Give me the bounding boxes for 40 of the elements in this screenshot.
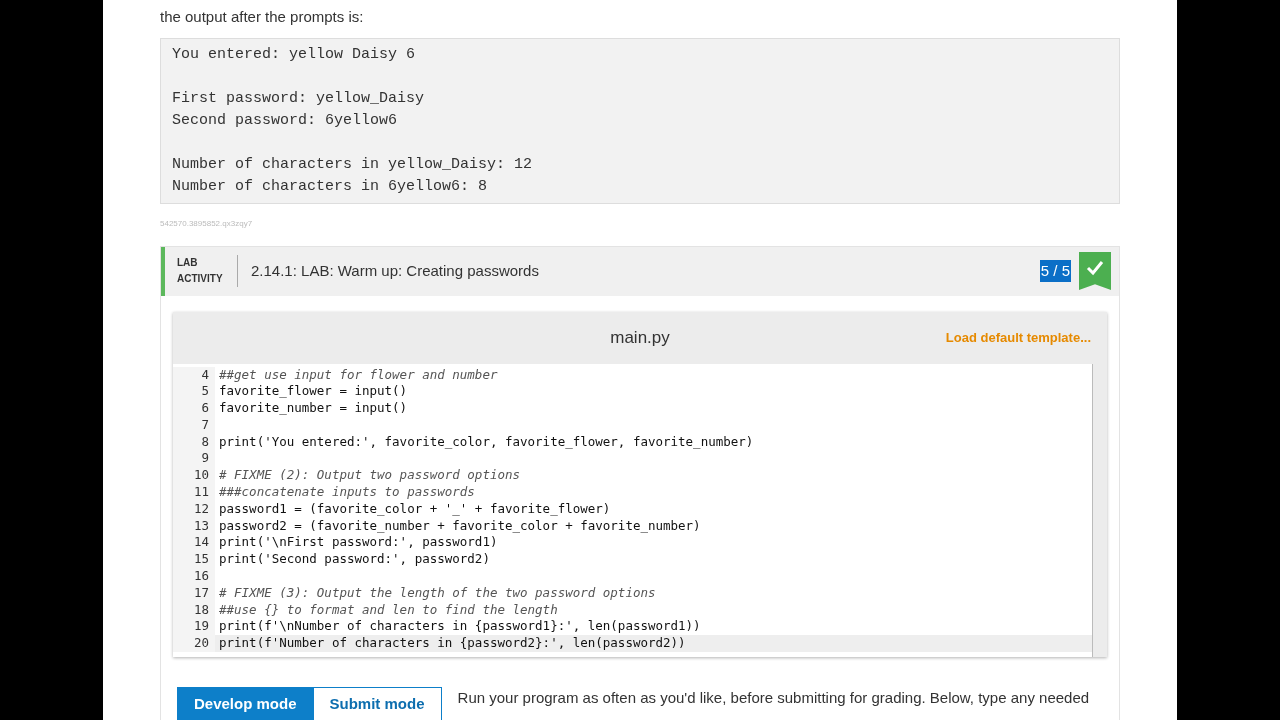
line-number: 5 — [173, 383, 215, 401]
line-number: 11 — [173, 484, 215, 501]
mode-tab[interactable]: Develop mode — [177, 687, 314, 720]
code-line: password1 = (favorite_color + '_' + favorite_flower) — [218, 500, 611, 518]
line-number: 4 — [173, 366, 215, 384]
code-line: print(f'Number of characters in {password2}:', len(password2)) — [218, 635, 686, 653]
mode-tab[interactable]: Submit mode — [312, 687, 442, 720]
lab-label: LAB ACTIVITY — [177, 256, 224, 286]
output-line: Number of characters in 6yellow6: 8 — [172, 176, 489, 197]
code-line: ###concatenate inputs to passwords — [218, 484, 475, 501]
code-line: favorite_flower = input() — [218, 383, 408, 401]
output-line: You entered: yellow Daisy 6 — [172, 44, 417, 65]
code-line: print('\nFirst password:', password1) — [218, 534, 498, 552]
code-line: # FIXME (3): Output the length of the two password options — [218, 584, 656, 602]
line-number: 14 — [173, 534, 215, 552]
content-id: 542570.3895852.qx3zqy7 — [160, 217, 254, 230]
output-line: Number of characters in yellow_Daisy: 12 — [172, 154, 534, 175]
code-line: print('You entered:', favorite_color, favorite_flower, favorite_number) — [218, 433, 754, 451]
line-number: 16 — [173, 568, 215, 585]
code-line: password2 = (favorite_number + favorite_color + favorite_number) — [218, 517, 701, 535]
line-number: 6 — [173, 400, 215, 417]
line-number: 19 — [173, 618, 215, 636]
code-line: print(f'\nNumber of characters in {password1}:', len(password1)) — [218, 618, 701, 636]
lab-title: 2.14.1: LAB: Warm up: Creating passwords — [251, 260, 540, 281]
output-line: First password: yellow_Daisy — [172, 88, 426, 109]
line-number: 20 — [173, 635, 215, 653]
file-name: main.py — [610, 326, 670, 349]
code-line: ##get use input for flower and number — [218, 366, 498, 384]
code-line: favorite_number = input() — [218, 400, 408, 417]
line-number: 9 — [173, 450, 215, 468]
score-text: 5 / 5 — [1039, 259, 1071, 283]
code-line: # FIXME (2): Output two password options — [218, 467, 521, 485]
output-line: Second password: 6yellow6 — [172, 110, 399, 131]
code-line: print('Second password:', password2) — [218, 551, 490, 569]
intro-text: the output after the prompts is: — [160, 7, 365, 27]
line-number: 10 — [173, 467, 215, 485]
instructions-text: Run your program as often as you'd like, before submitting for grading. Below, type any needed — [457, 688, 1090, 709]
line-number: 15 — [173, 551, 215, 569]
template-link[interactable]: Load default template... — [945, 327, 1091, 348]
code-line: ##use {} to format and len to find the length — [218, 601, 558, 619]
